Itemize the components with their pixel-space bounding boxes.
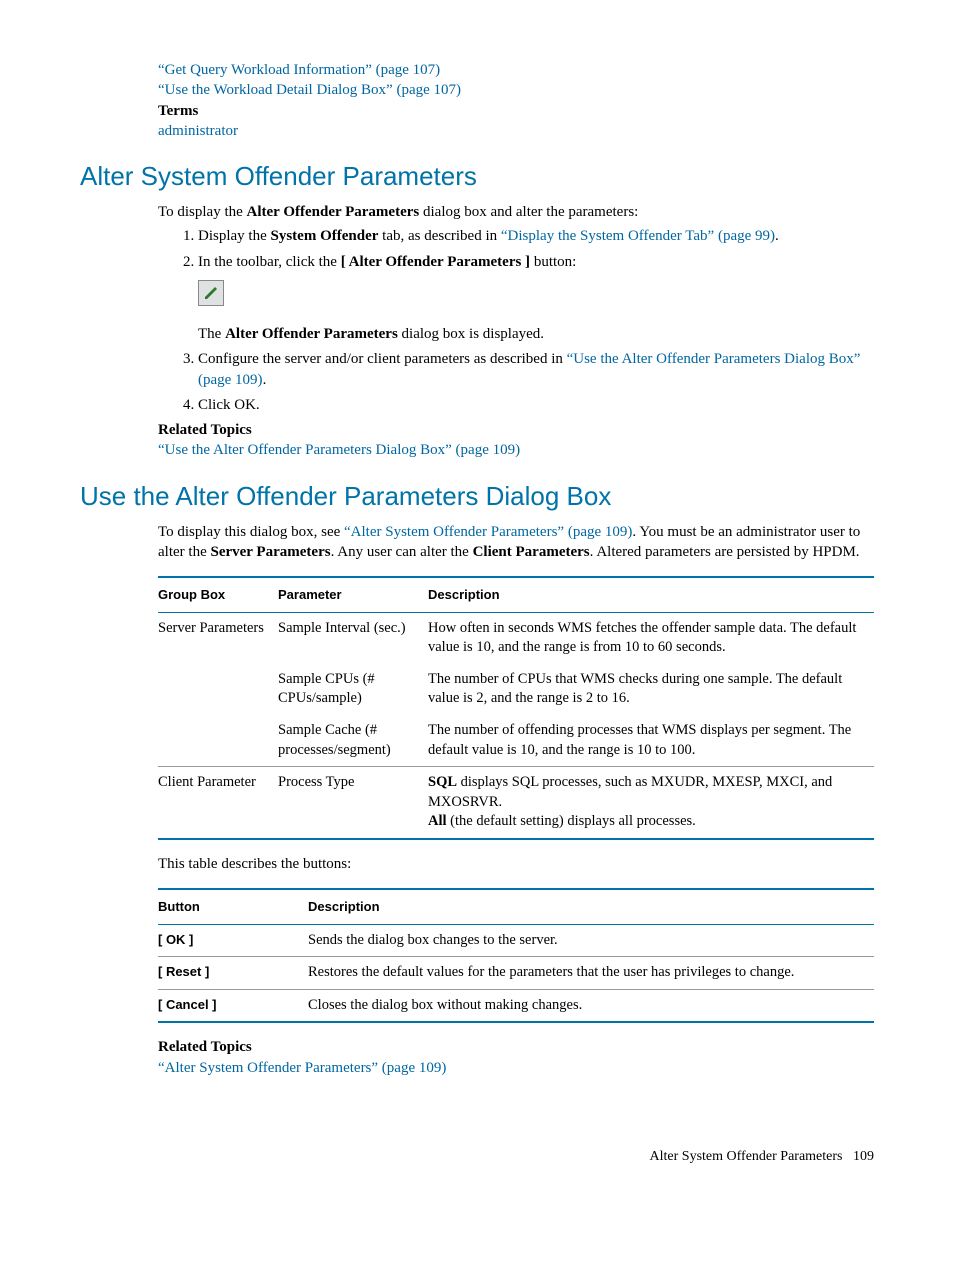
page-footer: Alter System Offender Parameters 109 xyxy=(80,1148,874,1167)
related-topics-1: Related Topics “Use the Alter Offender P… xyxy=(158,420,874,461)
heading-use-alter-offender-dialog: Use the Alter Offender Parameters Dialog… xyxy=(80,479,874,514)
heading-alter-system-offender-parameters: Alter System Offender Parameters xyxy=(80,159,874,194)
col-description-2: Description xyxy=(308,889,874,924)
term-administrator[interactable]: administrator xyxy=(158,123,238,139)
intro-paragraph: To display the Alter Offender Parameters… xyxy=(158,202,874,222)
table-row: [ OK ] Sends the dialog box changes to t… xyxy=(158,924,874,956)
col-button: Button xyxy=(158,889,308,924)
related-topics-2: Related Topics “Alter System Offender Pa… xyxy=(158,1037,874,1078)
link-get-query-workload[interactable]: “Get Query Workload Information” (page 1… xyxy=(158,62,440,78)
table-row: [ Reset ] Restores the default values fo… xyxy=(158,957,874,989)
table-row: Client Parameter Process Type SQL displa… xyxy=(158,767,874,839)
parameters-table: Group Box Parameter Description Server P… xyxy=(158,576,874,840)
table-row: Sample CPUs (# CPUs/sample) The number o… xyxy=(158,664,874,715)
prior-related-block: “Get Query Workload Information” (page 1… xyxy=(158,60,874,141)
buttons-table: Button Description [ OK ] Sends the dial… xyxy=(158,888,874,1023)
table-row: [ Cancel ] Closes the dialog box without… xyxy=(158,989,874,1022)
col-group-box: Group Box xyxy=(158,577,278,612)
link-use-alter-offender-dialog[interactable]: “Use the Alter Offender Parameters Dialo… xyxy=(158,442,520,458)
section2-intro: To display this dialog box, see “Alter S… xyxy=(158,522,874,563)
step-4: Click OK. xyxy=(198,395,874,415)
between-tables-text: This table describes the buttons: xyxy=(158,854,874,874)
link-alter-system-offender-inline[interactable]: “Alter System Offender Parameters” (page… xyxy=(344,524,632,540)
table-row: Sample Cache (# processes/segment) The n… xyxy=(158,715,874,766)
link-alter-system-offender-parameters[interactable]: “Alter System Offender Parameters” (page… xyxy=(158,1060,446,1076)
step-2: In the toolbar, click the [ Alter Offend… xyxy=(198,252,874,345)
pencil-icon xyxy=(198,280,224,306)
link-display-system-offender-tab[interactable]: “Display the System Offender Tab” (page … xyxy=(501,228,775,244)
table-row: Server Parameters Sample Interval (sec.)… xyxy=(158,612,874,664)
step-3: Configure the server and/or client param… xyxy=(198,349,874,390)
terms-label: Terms xyxy=(158,101,874,121)
step-1: Display the System Offender tab, as desc… xyxy=(198,226,874,246)
link-use-workload-detail[interactable]: “Use the Workload Detail Dialog Box” (pa… xyxy=(158,82,461,98)
col-description: Description xyxy=(428,577,874,612)
col-parameter: Parameter xyxy=(278,577,428,612)
steps-list: Display the System Offender tab, as desc… xyxy=(158,226,874,415)
